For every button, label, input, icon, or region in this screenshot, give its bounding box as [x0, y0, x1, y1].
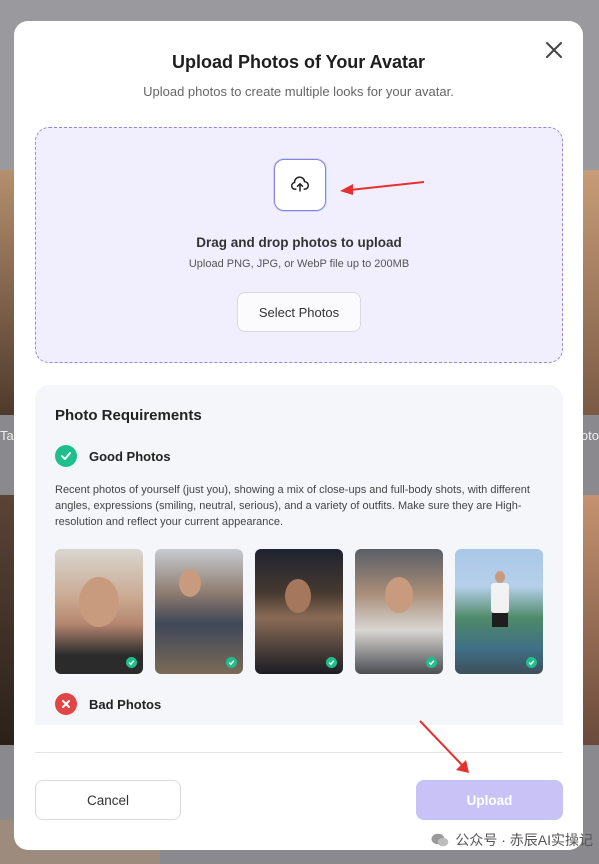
example-photo-car [355, 549, 443, 674]
good-photos-description: Recent photos of yourself (just you), sh… [55, 484, 530, 528]
bad-photos-label: Bad Photos [89, 696, 162, 712]
good-photo-examples [55, 549, 543, 674]
dropzone-title: Drag and drop photos to upload [196, 235, 402, 250]
watermark: 公众号 · 赤辰AI实操记 [431, 830, 593, 850]
cancel-button[interactable]: Cancel [35, 780, 181, 820]
check-badge-icon [226, 657, 237, 668]
check-badge-icon [426, 657, 437, 668]
watermark-text: 公众号 · 赤辰AI实操记 [455, 832, 593, 848]
select-photos-button[interactable]: Select Photos [237, 292, 361, 332]
check-badge-icon [126, 657, 137, 668]
example-photo-night [255, 549, 343, 674]
annotation-arrow [419, 720, 469, 773]
x-icon [55, 693, 77, 715]
upload-button[interactable]: Upload [416, 780, 563, 820]
photo-dropzone[interactable]: Drag and drop photos to upload Upload PN… [35, 127, 563, 363]
check-badge-icon [526, 657, 537, 668]
background-card [581, 495, 599, 745]
check-badge-icon [326, 657, 337, 668]
example-photo-sitting [155, 549, 243, 674]
modal-title: Upload Photos of Your Avatar [171, 52, 426, 72]
bad-photos-header: Bad Photos [55, 693, 161, 715]
annotation-arrow [340, 181, 425, 195]
good-photos-header: Good Photos [55, 445, 171, 467]
cloud-upload-icon [290, 176, 310, 192]
footer-divider [35, 752, 562, 753]
dropzone-subtitle: Upload PNG, JPG, or WebP file up to 200M… [188, 258, 410, 270]
example-photo-closeup [55, 549, 143, 674]
upload-icon-button[interactable] [274, 159, 326, 211]
example-photo-full-body [455, 549, 543, 674]
requirements-title: Photo Requirements [55, 407, 202, 424]
wechat-logo-icon [431, 833, 449, 847]
upload-avatar-modal: Upload Photos of Your Avatar Upload phot… [14, 21, 583, 850]
modal-subtitle: Upload photos to create multiple looks f… [143, 84, 454, 99]
background-card [581, 170, 599, 415]
good-photos-label: Good Photos [89, 448, 171, 464]
photo-requirements-panel: Photo Requirements Good Photos Recent ph… [35, 385, 563, 725]
check-icon [55, 445, 77, 467]
